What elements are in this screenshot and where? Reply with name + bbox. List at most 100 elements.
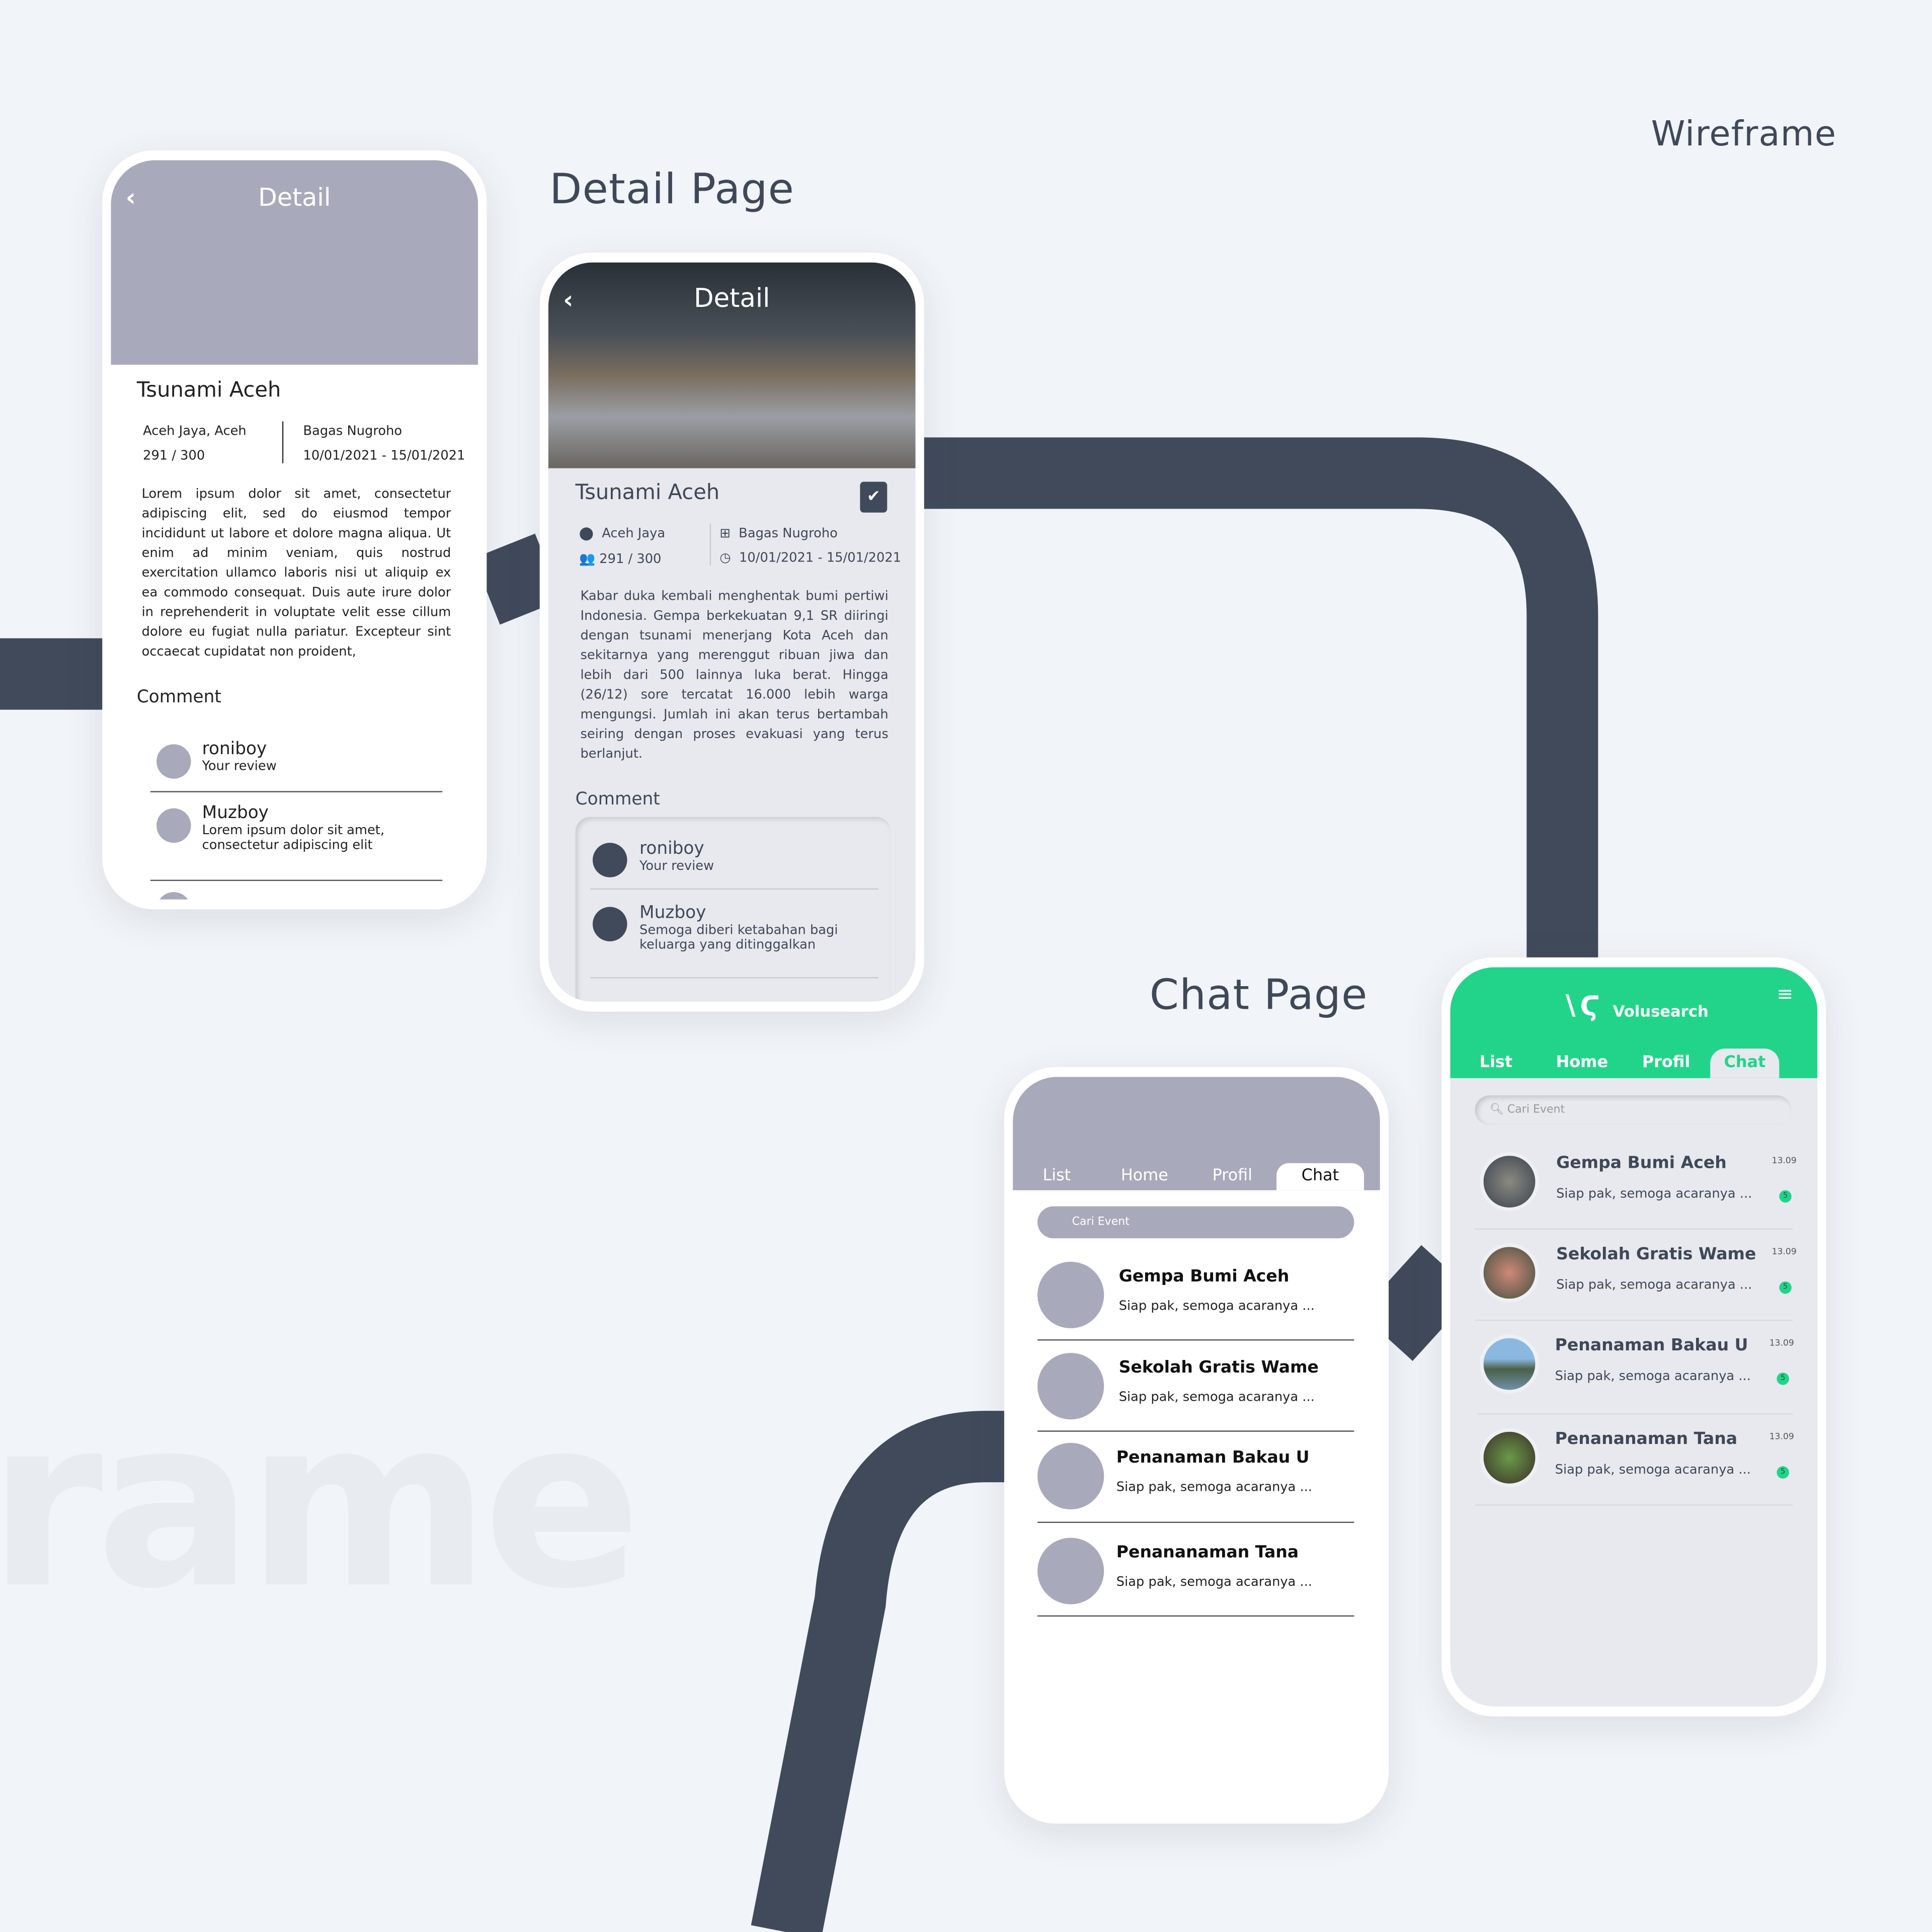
divider xyxy=(709,523,711,566)
chat-preview: Siap pak, semoga acaranya ... xyxy=(1556,1277,1752,1293)
comment-item: roniboy Your review xyxy=(202,739,277,774)
wireframe-detail-phone: ‹ Detail Tsunami Aceh Aceh Jaya, Aceh 29… xyxy=(102,150,487,910)
description: Kabar duka kembali menghentak bumi perti… xyxy=(580,589,889,762)
tab-bar: List Home Profil Chat xyxy=(1450,1049,1816,1078)
tab-list[interactable]: List xyxy=(1450,1049,1542,1078)
organizer-text: Bagas Nugroho xyxy=(739,526,838,541)
comment-text: Your review xyxy=(202,759,277,774)
comment-list[interactable]: roniboy Your review Muzboy Semoga diberi… xyxy=(576,817,891,1002)
tab-home[interactable]: Home xyxy=(1101,1163,1189,1190)
separator xyxy=(1475,1228,1793,1230)
separator xyxy=(1037,1521,1354,1523)
tab-list[interactable]: List xyxy=(1013,1163,1101,1190)
event-thumbnail xyxy=(1480,1428,1539,1487)
avatar xyxy=(156,892,191,900)
header-photo: ‹ Detail xyxy=(548,262,916,468)
chat-title: Sekolah Gratis Wame xyxy=(1118,1357,1319,1378)
comment-author: roniboy xyxy=(202,739,267,759)
search-placeholder: Cari Event xyxy=(1507,1104,1565,1116)
location: ⬤ Aceh Jaya xyxy=(579,526,665,541)
tab-home[interactable]: Home xyxy=(1542,1049,1622,1078)
comment-text: Your review xyxy=(639,858,714,874)
tab-chat[interactable]: Chat xyxy=(1710,1049,1780,1078)
unread-badge: 5 xyxy=(1779,1190,1792,1203)
header-title: Detail xyxy=(258,182,331,212)
chat-time: 13.09 xyxy=(1772,1247,1797,1257)
chat-preview: Siap pak, semoga acaranya ... xyxy=(1116,1574,1313,1590)
chat-row[interactable]: Gempa Bumi Aceh Siap pak, semoga acarany… xyxy=(1475,1150,1797,1241)
chat-title: Penanaman Bakau U xyxy=(1555,1335,1748,1355)
tab-chat[interactable]: Chat xyxy=(1276,1163,1364,1190)
search-input[interactable]: 🔍︎ Cari Event xyxy=(1475,1095,1791,1125)
chat-page-heading: Chat Page xyxy=(1149,971,1368,1020)
avatar xyxy=(156,808,191,843)
event-thumbnail xyxy=(1480,1243,1539,1303)
chat-title: Penananaman Tana xyxy=(1555,1429,1738,1450)
separator xyxy=(1037,1615,1354,1617)
comment-author: roniboy xyxy=(639,839,704,859)
road-diagonal-2 xyxy=(1359,1245,1475,1361)
comment-author: Muzboy xyxy=(202,803,269,823)
chat-row[interactable]: Penanaman Bakau U Siap pak, semoga acara… xyxy=(1475,1332,1794,1423)
chat-preview: Siap pak, semoga acaranya ... xyxy=(1556,1186,1752,1201)
road-top xyxy=(918,437,1598,974)
search-icon: 🔍︎ xyxy=(1489,1104,1504,1116)
detail-phone: ‹ Detail Tsunami Aceh ✔ ⬤ Aceh Jaya 👥 29… xyxy=(539,253,924,1012)
separator xyxy=(590,977,879,979)
chat-preview: Siap pak, semoga acaranya ... xyxy=(1118,1390,1315,1405)
tab-profil[interactable]: Profil xyxy=(1188,1163,1276,1190)
map-pin-icon: ⬤ xyxy=(579,526,594,541)
search-input[interactable]: Cari Event xyxy=(1037,1206,1354,1239)
event-title: Tsunami Aceh xyxy=(575,480,720,506)
comment-text: Semoga diberi ketabahan bagi keluarga ya… xyxy=(639,923,838,953)
avatar xyxy=(1037,1442,1104,1510)
participants: 👥 291 / 300 xyxy=(579,551,661,567)
chat-row[interactable]: Sekolah Gratis Wame Siap pak, semoga aca… xyxy=(1475,1241,1797,1332)
unread-badge: 5 xyxy=(1777,1373,1789,1385)
detail-page-heading: Detail Page xyxy=(549,165,795,215)
chat-preview: Siap pak, semoga acaranya ... xyxy=(1555,1462,1751,1478)
tab-profil[interactable]: Profil xyxy=(1622,1049,1710,1078)
separator xyxy=(1475,1319,1793,1321)
chat-preview: Siap pak, semoga acaranya ... xyxy=(1555,1369,1751,1384)
chat-row[interactable]: Penanaman Bakau U Siap pak, semoga acara… xyxy=(1037,1442,1354,1524)
dates: ◷ 10/01/2021 - 15/01/2021 xyxy=(719,551,901,566)
unread-badge: 5 xyxy=(1779,1281,1792,1294)
clipboard-check-icon[interactable]: ✔ xyxy=(860,481,888,513)
comment-text: Lorem ipsum dolor sit amet, consectetur … xyxy=(202,823,385,853)
divider xyxy=(282,421,284,463)
chat-row[interactable]: Penananaman Tana Siap pak, semoga acaran… xyxy=(1475,1425,1794,1516)
users-icon: 👥 xyxy=(579,552,596,567)
chat-row[interactable]: Gempa Bumi Aceh Siap pak, semoga acarany… xyxy=(1037,1261,1354,1343)
header-title: Detail xyxy=(693,283,770,313)
event-title: Tsunami Aceh xyxy=(136,378,281,403)
dates: 10/01/2021 - 15/01/2021 xyxy=(303,448,465,463)
chat-time: 13.09 xyxy=(1772,1156,1797,1166)
organizer: ⊞ Bagas Nugroho xyxy=(719,526,838,541)
chat-time: 13.09 xyxy=(1769,1431,1794,1442)
avatar xyxy=(1037,1538,1104,1604)
separator xyxy=(590,888,879,890)
user-avatar-icon xyxy=(592,907,627,942)
chat-phone: ∖Ϛ Volusearch ≡ List Home Profil Chat 🔍︎… xyxy=(1441,957,1826,1717)
hamburger-menu-icon[interactable]: ≡ xyxy=(1777,982,1793,1006)
separator xyxy=(150,879,443,881)
avatar xyxy=(1037,1261,1104,1329)
comment-heading: Comment xyxy=(136,687,221,707)
chat-title: Penanaman Bakau U xyxy=(1116,1447,1310,1468)
chat-row[interactable]: Penananaman Tana Siap pak, semoga acaran… xyxy=(1037,1538,1354,1619)
user-avatar-icon xyxy=(592,843,627,877)
separator xyxy=(1477,1413,1793,1415)
chat-row[interactable]: Sekolah Gratis Wame Siap pak, semoga aca… xyxy=(1037,1353,1354,1434)
separator xyxy=(150,791,443,792)
tab-bar: List Home Profil Chat xyxy=(1013,1163,1379,1190)
description: Lorem ipsum dolor sit amet, consectetur … xyxy=(141,487,451,660)
comment-item: Muzboy Semoga diberi ketabahan bagi kelu… xyxy=(639,903,861,952)
unread-badge: 5 xyxy=(1777,1466,1789,1479)
chat-time: 13.09 xyxy=(1769,1338,1794,1348)
chat-preview: Siap pak, semoga acaranya ... xyxy=(1118,1299,1315,1314)
comment-item: Muzboy Lorem ipsum dolor sit amet, conse… xyxy=(202,803,412,853)
wireframe-chat-phone: List Home Profil Chat Cari Event Gempa B… xyxy=(1004,1067,1389,1824)
event-thumbnail xyxy=(1480,1334,1539,1394)
chat-title: Sekolah Gratis Wame xyxy=(1556,1244,1756,1264)
